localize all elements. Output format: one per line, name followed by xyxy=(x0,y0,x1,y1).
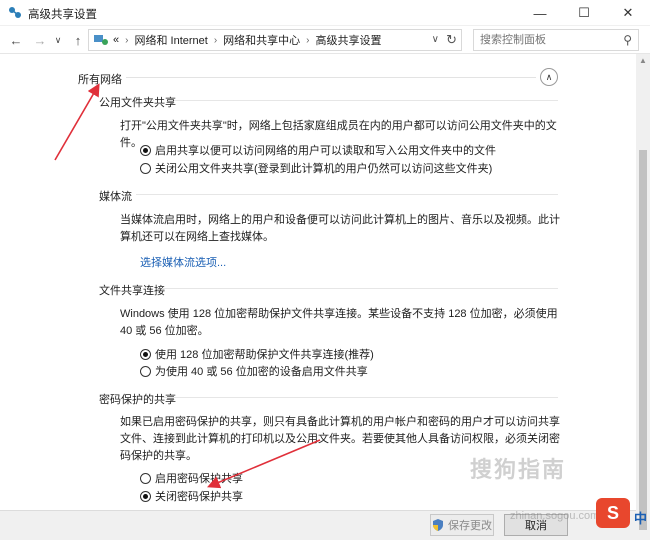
password-sharing-heading: 密码保护的共享 xyxy=(99,394,176,406)
file-sharing-description: Windows 使用 128 位加密帮助保护文件共享连接。某些设备不支持 128… xyxy=(120,308,558,337)
control-panel-icon xyxy=(94,35,108,45)
breadcrumb-separator: › xyxy=(306,34,310,46)
divider xyxy=(126,77,536,78)
public-folder-option-on[interactable]: 启用共享以便可以访问网络的用户可以读取和写入公用文件夹中的文件 xyxy=(140,142,496,158)
address-dropdown-icon[interactable]: ∨ xyxy=(432,34,439,45)
media-streaming-heading: 媒体流 xyxy=(99,191,132,203)
refresh-icon[interactable]: ↻ xyxy=(446,32,457,48)
search-box[interactable]: ⚲ xyxy=(473,29,639,51)
watermark-url: zhinan.sogou.com xyxy=(510,510,600,522)
divider xyxy=(174,100,558,101)
sogou-logo: S xyxy=(596,498,630,528)
uac-shield-icon xyxy=(433,519,443,531)
option-label: 关闭密码保护共享 xyxy=(155,491,243,503)
media-streaming-options-link[interactable]: 选择媒体流选项... xyxy=(140,254,226,270)
password-sharing-option-on[interactable]: 启用密码保护共享 xyxy=(140,470,243,486)
title-bar: 高级共享设置 — ☐ ✕ xyxy=(0,0,650,26)
navigation-bar: ← → ∨ ↑ « › 网络和 Internet › 网络和共享中心 › 高级共… xyxy=(0,26,650,54)
breadcrumb-item-network[interactable]: 网络和 Internet xyxy=(134,32,207,48)
option-label: 启用密码保护共享 xyxy=(155,473,243,485)
media-streaming-description: 当媒体流启用时，网络上的用户和设备便可以访问此计算机上的图片、音乐以及视频。此计… xyxy=(120,214,560,243)
file-sharing-heading: 文件共享连接 xyxy=(99,285,165,297)
public-folder-option-off[interactable]: 关闭公用文件夹共享(登录到此计算机的用户仍然可以访问这些文件夹) xyxy=(140,160,492,176)
search-input[interactable] xyxy=(474,30,614,50)
option-label: 启用共享以便可以访问网络的用户可以读取和写入公用文件夹中的文件 xyxy=(155,145,496,157)
radio-selected[interactable] xyxy=(140,144,151,156)
vertical-scrollbar[interactable]: ▲ xyxy=(636,54,650,540)
divider xyxy=(162,397,558,398)
section-title-all-networks: 所有网络 xyxy=(78,74,122,86)
file-sharing-option-40-56[interactable]: 为使用 40 或 56 位加密的设备启用文件共享 xyxy=(140,363,368,379)
close-button[interactable]: ✕ xyxy=(606,0,650,26)
forward-button[interactable]: → xyxy=(30,30,50,50)
breadcrumb-prefix: « xyxy=(113,34,120,46)
collapse-section-button[interactable]: ∧ xyxy=(540,68,558,86)
recent-pages-chevron-icon[interactable]: ∨ xyxy=(52,30,64,50)
radio-unselected[interactable] xyxy=(140,472,151,484)
minimize-button[interactable]: — xyxy=(518,0,562,26)
radio-selected[interactable] xyxy=(140,348,151,360)
chevron-up-icon: ∧ xyxy=(545,71,553,82)
network-sharing-icon xyxy=(9,7,21,18)
address-bar[interactable]: « › 网络和 Internet › 网络和共享中心 › 高级共享设置 ∨ ↻ xyxy=(88,29,462,51)
maximize-button[interactable]: ☐ xyxy=(562,0,606,26)
breadcrumb-separator: › xyxy=(213,34,218,46)
save-changes-button[interactable]: 保存更改 xyxy=(430,514,494,536)
radio-unselected[interactable] xyxy=(140,365,151,377)
scroll-up-icon[interactable]: ▲ xyxy=(639,56,647,65)
breadcrumb-separator: › xyxy=(125,34,129,46)
file-sharing-option-128[interactable]: 使用 128 位加密帮助保护文件共享连接(推荐) xyxy=(140,346,374,362)
radio-unselected[interactable] xyxy=(140,162,151,174)
radio-selected[interactable] xyxy=(140,490,151,502)
breadcrumb-item-sharing-center[interactable]: 网络和共享中心 xyxy=(223,32,300,48)
back-button[interactable]: ← xyxy=(6,30,26,50)
option-label: 关闭公用文件夹共享(登录到此计算机的用户仍然可以访问这些文件夹) xyxy=(155,163,493,175)
scrollbar-thumb[interactable] xyxy=(639,150,647,530)
option-label: 使用 128 位加密帮助保护文件共享连接(推荐) xyxy=(155,349,374,361)
window-title: 高级共享设置 xyxy=(28,9,97,21)
divider xyxy=(136,194,558,195)
public-folder-heading: 公用文件夹共享 xyxy=(99,97,176,109)
breadcrumb-item-advanced[interactable]: 高级共享设置 xyxy=(316,32,382,48)
up-button[interactable]: ↑ xyxy=(68,30,88,50)
search-icon[interactable]: ⚲ xyxy=(623,33,632,47)
save-changes-label: 保存更改 xyxy=(448,520,492,532)
password-sharing-option-off[interactable]: 关闭密码保护共享 xyxy=(140,488,243,504)
option-label: 为使用 40 或 56 位加密的设备启用文件共享 xyxy=(155,366,368,378)
divider xyxy=(162,288,558,289)
corner-text: 中 xyxy=(634,511,648,526)
watermark-text: 搜狗指南 xyxy=(470,457,567,482)
